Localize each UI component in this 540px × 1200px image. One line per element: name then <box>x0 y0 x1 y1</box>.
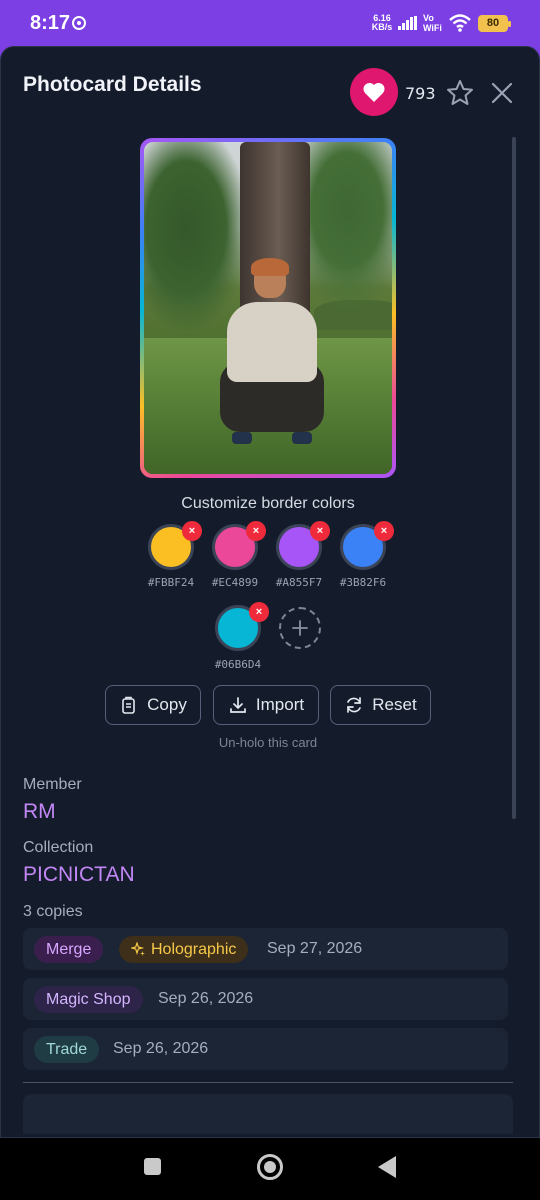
like-count: 793 <box>405 84 436 103</box>
swatch-hex: #FBBF24 <box>147 576 195 589</box>
home-button[interactable] <box>257 1154 283 1180</box>
vowifi-indicator: Vo WiFi <box>423 13 442 33</box>
swatch-hex: #3B82F6 <box>339 576 387 589</box>
photocard-frame[interactable] <box>140 138 396 478</box>
tag-trade: Trade <box>34 1036 100 1063</box>
divider <box>23 1082 513 1083</box>
like-button[interactable] <box>350 68 398 116</box>
reset-button[interactable]: Reset <box>330 685 431 725</box>
import-label: Import <box>255 695 305 714</box>
copy-row[interactable]: Merge Holographic Sep 27, 2026 <box>23 928 508 970</box>
copy-button[interactable]: Copy <box>105 685 201 725</box>
remove-swatch-button[interactable]: × <box>374 521 394 541</box>
photocard-details-sheet: Photocard Details 793 Customize border c… <box>0 46 540 1138</box>
refresh-icon <box>347 697 362 713</box>
copy-date: Sep 26, 2026 <box>158 990 254 1007</box>
remove-swatch-button[interactable]: × <box>249 602 269 622</box>
collection-label: Collection <box>23 839 94 856</box>
signal-icon <box>398 16 418 30</box>
wifi-icon <box>449 14 471 32</box>
copy-row[interactable]: Trade Sep 26, 2026 <box>23 1028 508 1070</box>
sparkle-icon <box>131 942 145 956</box>
star-icon[interactable] <box>445 78 475 108</box>
copy-label: Copy <box>147 695 187 714</box>
close-icon[interactable] <box>490 81 514 105</box>
copy-date: Sep 27, 2026 <box>267 940 363 957</box>
clipboard-icon <box>122 696 135 714</box>
tag-merge: Merge <box>34 936 104 963</box>
swatch-hex: #A855F7 <box>275 576 323 589</box>
photocard-image <box>144 142 392 474</box>
chrome-icon <box>72 16 86 30</box>
scrollbar[interactable] <box>512 137 516 819</box>
copy-date: Sep 26, 2026 <box>113 1040 209 1057</box>
network-speed: 6.16 KB/s <box>371 13 393 32</box>
battery-icon: 80 <box>478 15 511 32</box>
copy-row[interactable]: Magic Shop Sep 26, 2026 <box>23 978 508 1020</box>
swatch-hex: #EC4899 <box>211 576 259 589</box>
collection-value[interactable]: PICNICTAN <box>23 863 135 887</box>
member-label: Member <box>23 776 82 793</box>
swatch-hex: #06B6D4 <box>214 658 262 671</box>
remove-swatch-button[interactable]: × <box>246 521 266 541</box>
status-bar: 8:17 6.16 KB/s Vo WiFi 80 <box>0 0 540 46</box>
member-value[interactable]: RM <box>23 800 56 824</box>
customize-border-label: Customize border colors <box>181 495 355 512</box>
tag-holographic: Holographic <box>119 936 249 963</box>
reset-label: Reset <box>372 695 417 714</box>
recents-button[interactable] <box>144 1158 161 1175</box>
next-section <box>23 1094 513 1134</box>
plus-icon <box>292 620 308 636</box>
remove-swatch-button[interactable]: × <box>310 521 330 541</box>
page-title: Photocard Details <box>23 73 202 96</box>
tag-magic-shop: Magic Shop <box>34 986 143 1013</box>
back-button[interactable] <box>378 1156 396 1178</box>
download-icon <box>230 697 246 713</box>
heart-icon <box>363 82 385 102</box>
import-button[interactable]: Import <box>213 685 319 725</box>
add-color-button[interactable] <box>279 607 321 649</box>
remove-swatch-button[interactable]: × <box>182 521 202 541</box>
system-nav-bar <box>0 1138 540 1200</box>
status-time: 8:17 <box>30 12 71 34</box>
unholo-link[interactable]: Un-holo this card <box>1 735 535 750</box>
copies-count: 3 copies <box>23 903 83 920</box>
